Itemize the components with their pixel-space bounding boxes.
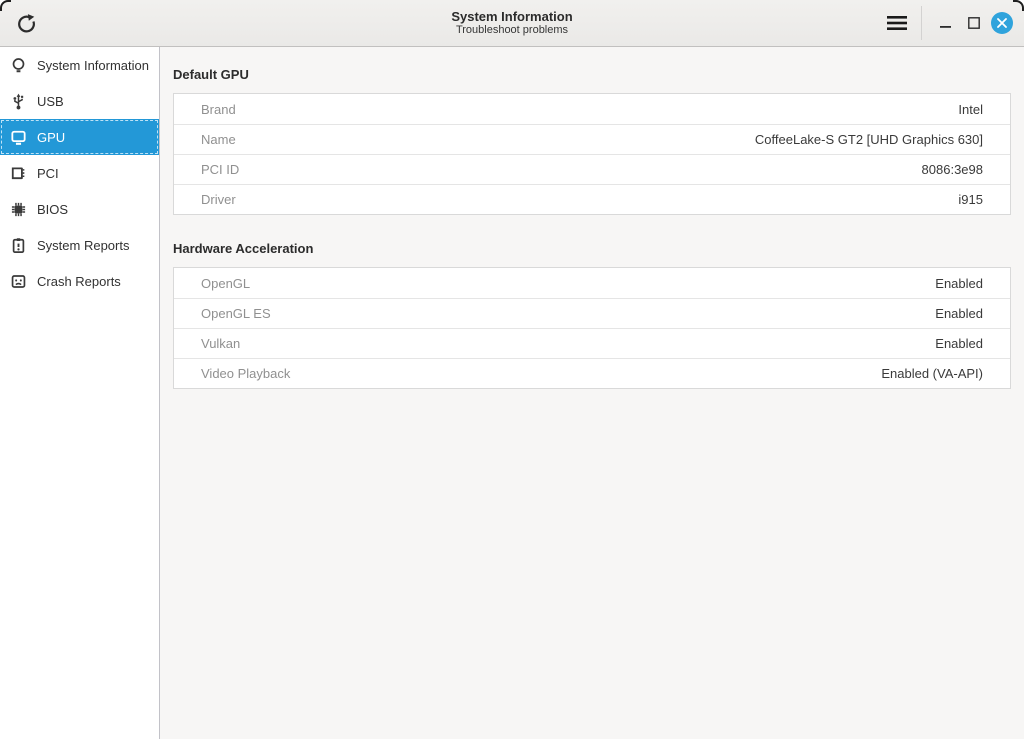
- section-title: Hardware Acceleration: [173, 241, 1011, 256]
- main-content: Default GPU Brand Intel Name CoffeeLake-…: [160, 47, 1024, 739]
- row-label: Vulkan: [201, 336, 240, 351]
- info-row-video-playback: Video Playback Enabled (VA-API): [174, 358, 1010, 388]
- row-value: CoffeeLake-S GT2 [UHD Graphics 630]: [755, 132, 983, 147]
- sidebar-item-usb[interactable]: USB: [0, 83, 159, 119]
- window-title: System Information: [451, 9, 572, 24]
- crash-face-icon: [10, 273, 27, 290]
- row-label: PCI ID: [201, 162, 239, 177]
- info-row-opengl: OpenGL Enabled: [174, 268, 1010, 298]
- sidebar-item-system-information[interactable]: System Information: [0, 47, 159, 83]
- row-value: Enabled: [935, 336, 983, 351]
- info-row-pci-id: PCI ID 8086:3e98: [174, 154, 1010, 184]
- app-window: System Information Troubleshoot problems: [0, 0, 1024, 739]
- row-label: OpenGL ES: [201, 306, 271, 321]
- titlebar-separator: [921, 6, 922, 40]
- row-value: Enabled: [935, 276, 983, 291]
- info-row-vulkan: Vulkan Enabled: [174, 328, 1010, 358]
- sidebar-item-crash-reports[interactable]: Crash Reports: [0, 263, 159, 299]
- row-label: Video Playback: [201, 366, 290, 381]
- section-default-gpu: Default GPU Brand Intel Name CoffeeLake-…: [173, 67, 1011, 215]
- menu-button[interactable]: [881, 7, 913, 39]
- sidebar-item-label: GPU: [37, 130, 65, 145]
- window-subtitle: Troubleshoot problems: [456, 24, 568, 37]
- sidebar-item-system-reports[interactable]: System Reports: [0, 227, 159, 263]
- sidebar-item-gpu[interactable]: GPU: [0, 119, 159, 155]
- sidebar-item-label: Crash Reports: [37, 274, 121, 289]
- sidebar-item-label: PCI: [37, 166, 59, 181]
- close-icon: [991, 12, 1013, 34]
- sidebar-item-label: BIOS: [37, 202, 68, 217]
- info-row-opengl-es: OpenGL ES Enabled: [174, 298, 1010, 328]
- lightbulb-icon: [10, 57, 27, 74]
- chip-icon: [10, 201, 27, 218]
- row-value: Intel: [958, 102, 983, 117]
- row-value: i915: [958, 192, 983, 207]
- sidebar-item-label: USB: [37, 94, 64, 109]
- hamburger-menu-icon: [887, 15, 907, 31]
- row-label: OpenGL: [201, 276, 250, 291]
- row-value: Enabled: [935, 306, 983, 321]
- sidebar-item-pci[interactable]: PCI: [0, 155, 159, 191]
- minimize-button[interactable]: [932, 9, 960, 37]
- sidebar-item-bios[interactable]: BIOS: [0, 191, 159, 227]
- section-title: Default GPU: [173, 67, 1011, 82]
- sidebar-item-label: System Information: [37, 58, 149, 73]
- minimize-icon: [940, 17, 952, 29]
- refresh-button[interactable]: [10, 7, 42, 39]
- clipboard-alert-icon: [10, 237, 27, 254]
- section-hardware-acceleration: Hardware Acceleration OpenGL Enabled Ope…: [173, 241, 1011, 389]
- refresh-icon: [16, 13, 37, 34]
- row-label: Brand: [201, 102, 236, 117]
- maximize-icon: [968, 17, 980, 29]
- info-row-brand: Brand Intel: [174, 94, 1010, 124]
- sidebar-item-label: System Reports: [37, 238, 129, 253]
- info-row-driver: Driver i915: [174, 184, 1010, 214]
- row-value: 8086:3e98: [922, 162, 983, 177]
- app-body: System Information USB: [0, 47, 1024, 739]
- usb-icon: [10, 93, 27, 110]
- info-card: OpenGL Enabled OpenGL ES Enabled Vulkan …: [173, 267, 1011, 389]
- row-value: Enabled (VA-API): [881, 366, 983, 381]
- monitor-icon: [10, 129, 27, 146]
- window-controls: [881, 6, 1016, 40]
- info-card: Brand Intel Name CoffeeLake-S GT2 [UHD G…: [173, 93, 1011, 215]
- sidebar: System Information USB: [0, 47, 160, 739]
- pci-card-icon: [10, 165, 27, 182]
- row-label: Name: [201, 132, 236, 147]
- titlebar: System Information Troubleshoot problems: [0, 0, 1024, 47]
- maximize-button[interactable]: [960, 9, 988, 37]
- row-label: Driver: [201, 192, 236, 207]
- titlebar-text: System Information Troubleshoot problems: [200, 0, 824, 45]
- info-row-name: Name CoffeeLake-S GT2 [UHD Graphics 630]: [174, 124, 1010, 154]
- close-button[interactable]: [988, 9, 1016, 37]
